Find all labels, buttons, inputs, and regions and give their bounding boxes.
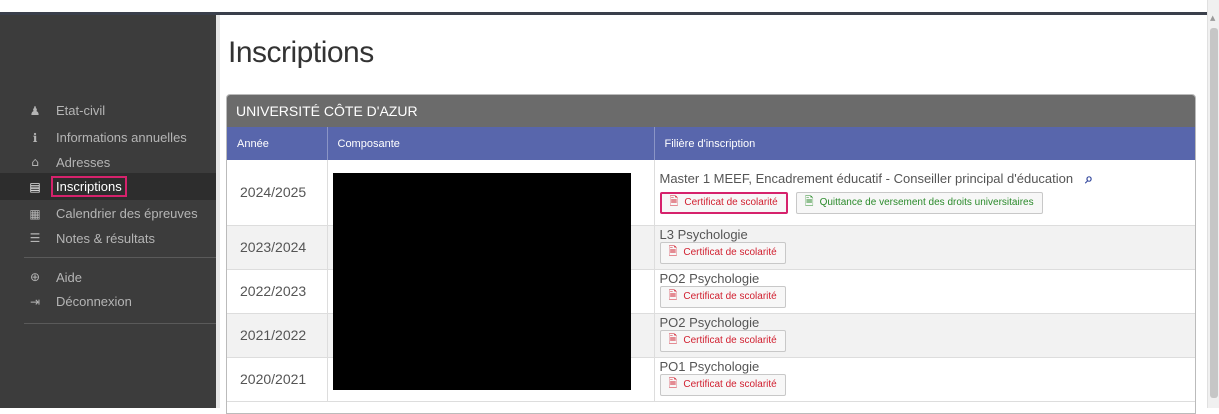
redacted-block: [332, 357, 631, 390]
redacted-block: [332, 225, 631, 270]
year-cell: 2022/2023: [227, 269, 328, 314]
composante-cell: [327, 160, 655, 226]
filiere-text: PO1 Psychologie: [659, 358, 760, 374]
sidebar-item-label: Adresses: [56, 154, 111, 170]
year-cell: 2021/2022: [227, 313, 328, 358]
column-header-filiere: Filière d'inscription: [654, 127, 1195, 160]
inscriptions-panel: UNIVERSITÉ CÔTE D'AZUR Année Composante …: [226, 94, 1196, 414]
filiere-text: PO2 Psychologie: [659, 314, 760, 330]
user-icon: ♟: [29, 103, 41, 118]
table-header-row: Année Composante Filière d'inscription: [227, 127, 1195, 160]
sidebar-item-adresses[interactable]: ⌂ Adresses: [0, 151, 216, 173]
scroll-up-icon[interactable]: ▲: [1210, 14, 1215, 22]
scrollbar-thumb[interactable]: [1210, 28, 1218, 398]
redacted-block: [332, 173, 631, 226]
redacted-block: [332, 313, 631, 358]
filiere-cell: PO1 Psychologie 🗎 Certificat de scolarité: [654, 357, 1195, 402]
sidebar-item-label: Informations annuelles: [56, 130, 187, 145]
panel-title: UNIVERSITÉ CÔTE D'AZUR: [227, 95, 1195, 127]
pdf-icon: 🗎: [669, 195, 679, 209]
sidebar-divider: [24, 323, 216, 324]
top-bar: [0, 0, 1219, 12]
table-row: 2024/2025 Master 1 MEEF, Encadrement édu…: [227, 160, 1195, 226]
certificat-button[interactable]: 🗎 Certificat de scolarité: [659, 373, 786, 396]
calendar-icon: ▦: [29, 206, 41, 221]
page-scrollbar[interactable]: ▲: [1207, 0, 1219, 408]
redacted-block: [332, 269, 631, 314]
certificat-label: Certificat de scolarité: [683, 291, 777, 302]
composante-cell: [327, 313, 655, 358]
table-row: 2023/2024 L3 Psychologie 🗎 Certificat de …: [227, 225, 1195, 270]
table-row: 2021/2022 PO2 Psychologie 🗎 Certificat de…: [227, 313, 1195, 358]
sidebar-divider: [24, 257, 216, 258]
quittance-label: Quittance de versement des droits univer…: [819, 197, 1034, 209]
search-icon[interactable]: ⌕: [1085, 171, 1093, 187]
composante-cell: [327, 225, 655, 270]
sidebar-gutter: [216, 15, 220, 408]
inscriptions-table: Année Composante Filière d'inscription 2…: [227, 127, 1195, 402]
sidebar-item-calendrier[interactable]: ▦ Calendrier des épreuves: [0, 200, 216, 227]
sidebar-item-informations-annuelles[interactable]: ℹ Informations annuelles: [0, 124, 216, 151]
sidebar-item-inscriptions[interactable]: ▤ Inscriptions: [0, 173, 216, 200]
filiere-cell: PO2 Psychologie 🗎 Certificat de scolarité: [654, 313, 1195, 358]
composante-cell: [327, 269, 655, 314]
certificat-label: Certificat de scolarité: [683, 379, 777, 390]
quittance-button[interactable]: 🗎 Quittance de versement des droits unive…: [795, 191, 1043, 214]
certificat-button[interactable]: 🗎 Certificat de scolarité: [659, 285, 786, 308]
sidebar-item-label: Notes & résultats: [56, 230, 155, 246]
filiere-cell: Master 1 MEEF, Encadrement éducatif - Co…: [654, 160, 1195, 226]
column-header-annee: Année: [227, 127, 328, 160]
pdf-icon: 🗎: [668, 289, 678, 302]
sidebar-item-label: Etat-civil: [56, 103, 106, 118]
pdf-icon: 🗎: [668, 377, 678, 390]
sidebar-item-notes[interactable]: ☰ Notes & résultats: [0, 227, 216, 249]
pdf-icon: 🗎: [668, 245, 678, 258]
certificat-button[interactable]: 🗎 Certificat de scolarité: [659, 241, 786, 264]
sidebar-item-label: Calendrier des épreuves: [56, 206, 198, 221]
sidebar-item-deconnexion[interactable]: ⇥ Déconnexion: [0, 288, 216, 315]
filiere-text: Master 1 MEEF, Encadrement éducatif - Co…: [659, 170, 1074, 186]
year-cell: 2024/2025: [227, 160, 328, 226]
filiere-text: L3 Psychologie: [659, 226, 748, 242]
sidebar-header: [0, 15, 216, 83]
certificat-button[interactable]: 🗎 Certificat de scolarité: [659, 329, 786, 352]
list-icon: ☰: [29, 231, 41, 245]
column-header-composante: Composante: [327, 127, 655, 160]
certificat-button[interactable]: 🗎 Certificat de scolarité: [659, 191, 788, 214]
home-icon: ⌂: [31, 155, 39, 169]
info-icon: ℹ: [32, 130, 38, 145]
page-title: Inscriptions: [228, 36, 374, 69]
sidebar: ♟ Etat-civil ℹ Informations annuelles ⌂ …: [0, 15, 216, 408]
certificat-label: Certificat de scolarité: [683, 335, 777, 346]
sidebar-item-etat-civil[interactable]: ♟ Etat-civil: [0, 97, 216, 124]
sidebar-item-label: Déconnexion: [56, 294, 132, 309]
year-cell: 2023/2024: [227, 225, 328, 270]
table-row: 2020/2021 PO1 Psychologie 🗎 Certificat de…: [227, 357, 1195, 402]
sidebar-item-aide[interactable]: ⊕ Aide: [0, 266, 216, 288]
file-icon: ▤: [29, 179, 41, 194]
pdf-icon: 🗎: [668, 333, 678, 346]
logout-icon: ⇥: [29, 294, 41, 309]
pdf-icon: 🗎: [804, 195, 814, 209]
certificat-label: Certificat de scolarité: [684, 197, 778, 209]
filiere-text: PO2 Psychologie: [659, 270, 760, 286]
year-cell: 2020/2021: [227, 357, 328, 402]
filiere-cell: L3 Psychologie 🗎 Certificat de scolarité: [654, 225, 1195, 270]
sidebar-item-label: Inscriptions: [51, 176, 127, 197]
composante-cell: [327, 357, 655, 402]
certificat-label: Certificat de scolarité: [683, 247, 777, 258]
sidebar-item-label: Aide: [56, 269, 83, 285]
help-icon: ⊕: [29, 270, 41, 284]
sidebar-menu: ♟ Etat-civil ℹ Informations annuelles ⌂ …: [0, 97, 216, 332]
table-row: 2022/2023 PO2 Psychologie 🗎 Certificat de…: [227, 269, 1195, 314]
filiere-cell: PO2 Psychologie 🗎 Certificat de scolarité: [654, 269, 1195, 314]
